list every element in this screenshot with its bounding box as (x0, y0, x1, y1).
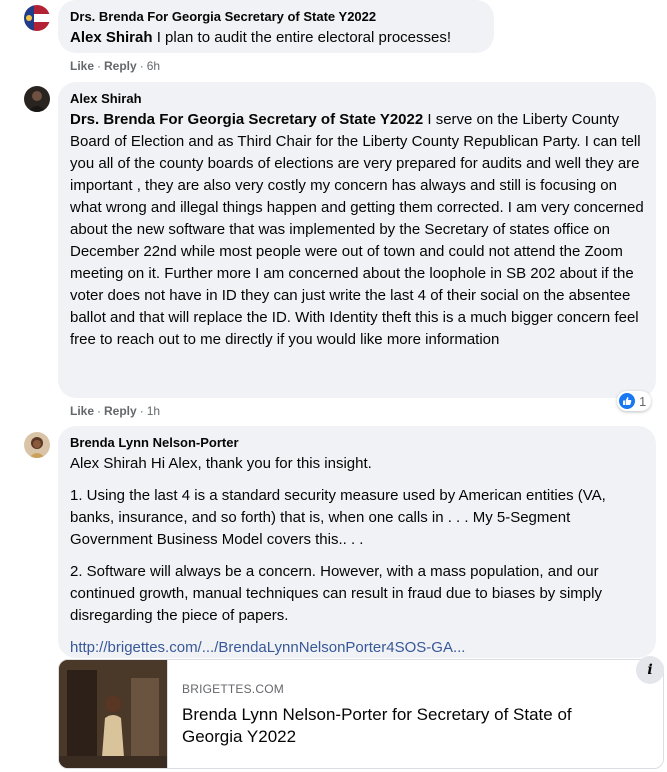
reply-button[interactable]: Reply (104, 404, 137, 418)
comment-actions: Like · Reply · 1h (70, 404, 161, 418)
comment-author[interactable]: Alex Shirah (70, 90, 644, 108)
comment-mention[interactable]: Alex Shirah (70, 29, 153, 46)
brenda-avatar[interactable] (24, 432, 50, 458)
comment-text: Alex Shirah Hi Alex, thank you for this … (70, 453, 644, 659)
reaction-count: 1 (639, 393, 647, 409)
reaction-count-badge[interactable]: 1 (617, 391, 652, 411)
comment-author[interactable]: Drs. Brenda For Georgia Secretary of Sta… (70, 8, 482, 26)
like-button[interactable]: Like (70, 404, 94, 418)
reply-button[interactable]: Reply (104, 59, 137, 73)
link-preview-image[interactable] (59, 660, 167, 768)
preview-photo-icon (59, 660, 167, 768)
like-reaction-icon (619, 393, 635, 409)
comment-timestamp[interactable]: 1h (147, 404, 160, 418)
like-button[interactable]: Like (70, 59, 94, 73)
comment-body: I serve on the Liberty County Board of E… (70, 111, 644, 348)
comment-bubble: Alex Shirah Drs. Brenda For Georgia Secr… (58, 82, 656, 398)
alex-avatar[interactable] (24, 86, 50, 112)
comment-author[interactable]: Brenda Lynn Nelson-Porter (70, 434, 644, 452)
link-preview-card[interactable]: BRIGETTES.COM Brenda Lynn Nelson-Porter … (58, 659, 664, 769)
comment-text: Alex Shirah I plan to audit the entire e… (70, 27, 482, 49)
comment-bubble: Drs. Brenda For Georgia Secretary of Sta… (58, 0, 494, 53)
link-preview-domain: BRIGETTES.COM (182, 682, 284, 696)
georgia-flag-avatar[interactable] (24, 5, 50, 31)
comment-intro: Alex Shirah Hi Alex, thank you for this … (70, 455, 372, 472)
user-photo-icon (24, 432, 50, 458)
user-photo-icon (24, 86, 50, 112)
comment-text: Drs. Brenda For Georgia Secretary of Sta… (70, 109, 644, 351)
comment-timestamp[interactable]: 6h (147, 59, 160, 73)
comment-paragraph: 2. Software will always be a concern. Ho… (70, 563, 602, 624)
comment-link[interactable]: http://brigettes.com/.../BrendaLynnNelso… (70, 637, 644, 659)
link-preview-body[interactable]: BRIGETTES.COM Brenda Lynn Nelson-Porter … (167, 660, 663, 768)
comment-bubble: Brenda Lynn Nelson-Porter Alex Shirah Hi… (58, 426, 656, 658)
link-preview-title[interactable]: Brenda Lynn Nelson-Porter for Secretary … (182, 704, 612, 748)
comment-paragraph: 1. Using the last 4 is a standard securi… (70, 487, 606, 548)
comment-mention[interactable]: Drs. Brenda For Georgia Secretary of Sta… (70, 111, 423, 128)
georgia-flag-icon (24, 5, 50, 31)
info-icon[interactable]: i (636, 656, 664, 684)
comment-actions: Like · Reply · 6h (70, 59, 161, 73)
comment-body: I plan to audit the entire electoral pro… (152, 29, 452, 46)
